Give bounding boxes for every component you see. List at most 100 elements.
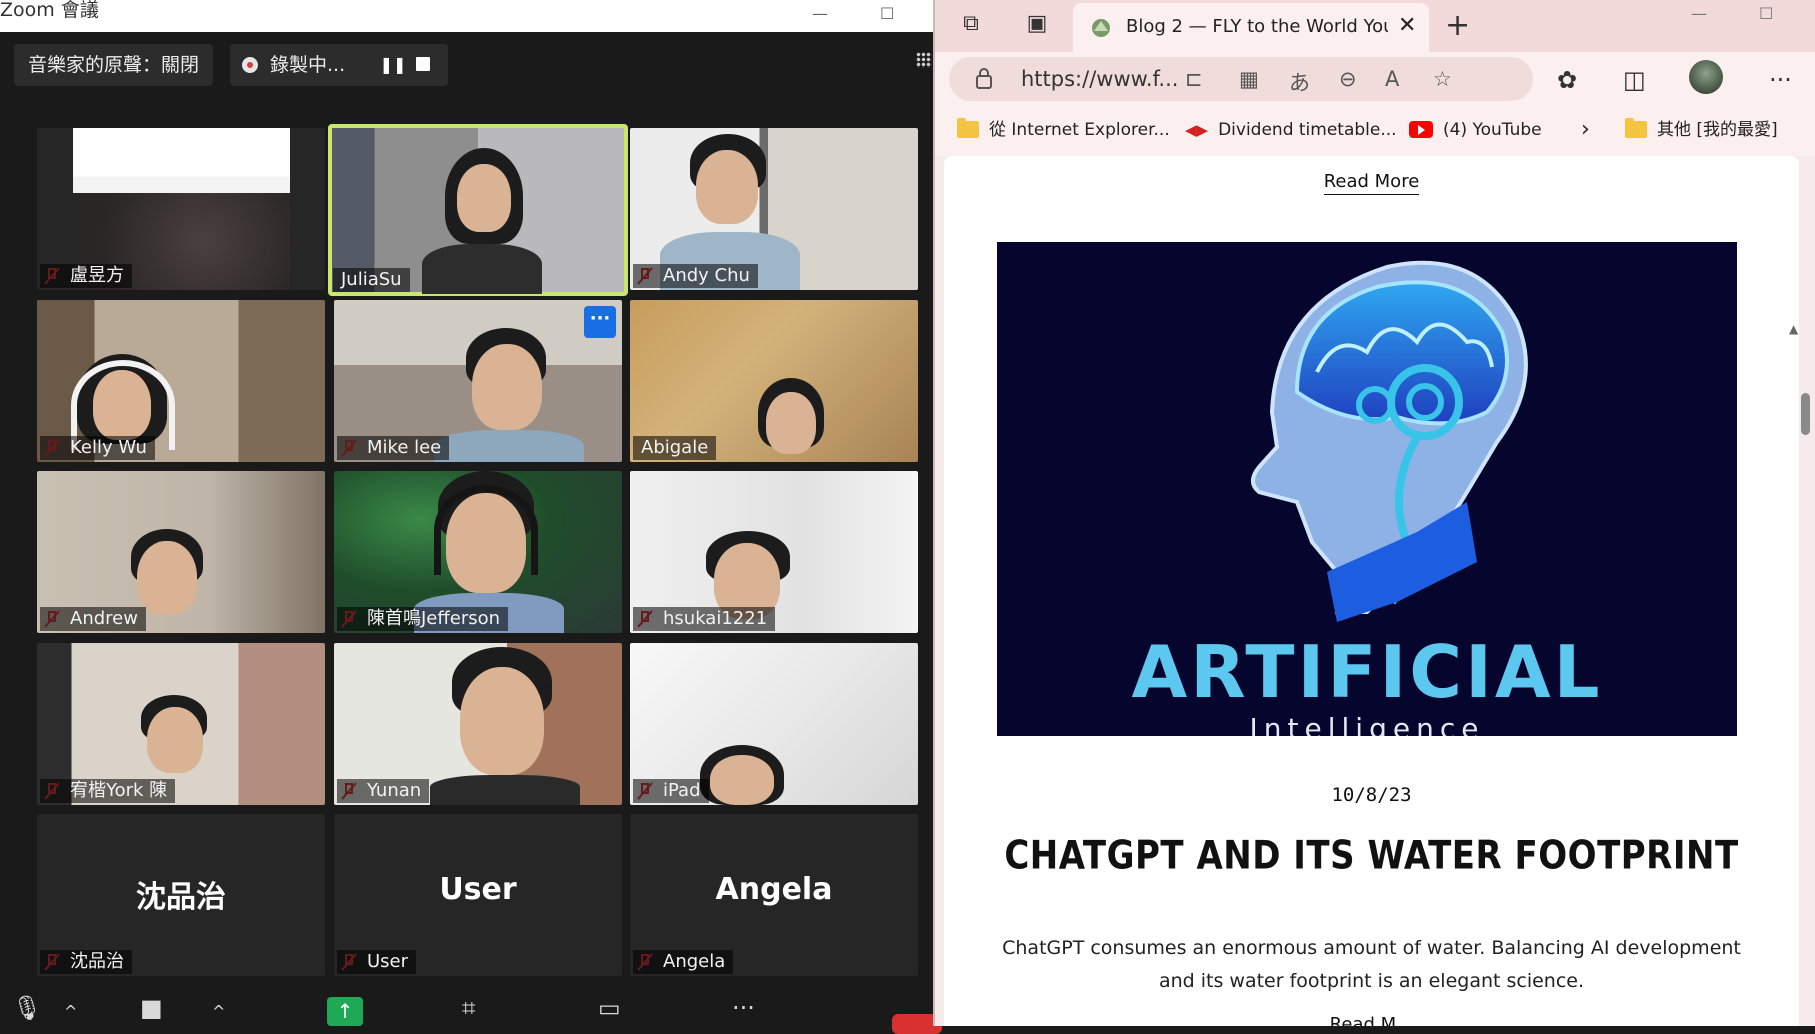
read-more-link[interactable]: Read More bbox=[1323, 171, 1420, 195]
zoom-out-icon[interactable]: ⊖ bbox=[1339, 67, 1357, 91]
video-tile[interactable]: ··· Mike lee bbox=[334, 300, 622, 462]
url-text[interactable]: https://www.f... bbox=[1021, 67, 1178, 91]
video-tile[interactable]: Kelly Wu bbox=[37, 300, 325, 462]
zoom-title-bar: Zoom 會議 — ☐ bbox=[0, 0, 933, 32]
participant-face bbox=[472, 344, 542, 430]
more-icon[interactable]: ··· bbox=[732, 994, 755, 1022]
video-camera-icon[interactable]: ■ bbox=[140, 994, 163, 1022]
more-options-button[interactable]: ··· bbox=[584, 306, 616, 338]
participant-name: hsukai1221 bbox=[633, 607, 776, 631]
video-tile-off[interactable]: Angela Angela bbox=[630, 814, 918, 976]
share-screen-button[interactable]: ↑ bbox=[327, 997, 363, 1026]
browser-window: ⧉ ▣ Blog 2 — FLY to the World Youth ✕ + … bbox=[933, 0, 1815, 1026]
minimize-icon[interactable]: — bbox=[1691, 4, 1707, 23]
post-excerpt: ChatGPT consumes an enormous amount of w… bbox=[1002, 937, 1741, 992]
video-tile[interactable]: Yunan bbox=[334, 643, 622, 805]
app-available-icon[interactable]: ⊏ bbox=[1185, 67, 1203, 91]
split-screen-icon[interactable]: ◫ bbox=[1623, 66, 1646, 94]
video-tile[interactable]: 陳首鳴Jefferson bbox=[334, 471, 622, 633]
folder-icon bbox=[1625, 118, 1647, 138]
profile-avatar[interactable] bbox=[1689, 60, 1723, 94]
maximize-icon[interactable]: ☐ bbox=[880, 4, 894, 23]
participant-name: User bbox=[337, 950, 417, 974]
post-date: 10/8/23 bbox=[1331, 784, 1412, 806]
translate-icon[interactable]: あ bbox=[1289, 67, 1310, 97]
youtube-icon bbox=[1409, 121, 1433, 138]
workspaces-icon[interactable]: ⧉ bbox=[957, 10, 985, 38]
video-tile-off[interactable]: User User bbox=[334, 814, 622, 976]
recording-bar: 錄製中... ❚❚ bbox=[230, 44, 448, 86]
favorite-item[interactable]: (4) YouTube bbox=[1409, 116, 1542, 144]
participant-face bbox=[710, 755, 774, 805]
read-aloud-icon[interactable]: A bbox=[1385, 67, 1399, 91]
participant-face bbox=[696, 150, 758, 224]
minimize-icon[interactable]: — bbox=[812, 4, 828, 23]
chat-icon[interactable]: ▭ bbox=[598, 994, 621, 1022]
post-title[interactable]: CHATGPT AND ITS WATER FOOTPRINT bbox=[944, 833, 1799, 879]
video-tile[interactable]: Andrew bbox=[37, 471, 325, 633]
participant-name: Mike lee bbox=[337, 436, 450, 460]
pause-recording-button[interactable]: ❚❚ bbox=[375, 44, 411, 86]
video-tile[interactable]: 盧昱方 bbox=[37, 128, 325, 290]
chevron-up-icon[interactable]: ^ bbox=[212, 1002, 225, 1021]
scroll-up-arrow-icon[interactable]: ▲ bbox=[1789, 322, 1798, 336]
toolbar: https://www.f... ⊏ ▦ あ ⊖ A ☆ ✿ ◫ ··· bbox=[935, 52, 1815, 104]
address-bar[interactable]: https://www.f... ⊏ ▦ あ ⊖ A ☆ bbox=[949, 57, 1533, 101]
extensions-icon[interactable]: ✿ bbox=[1557, 66, 1577, 94]
participant-name: 陳首鳴Jefferson bbox=[337, 607, 509, 631]
favorite-label: 其他 [我的最愛] bbox=[1657, 120, 1778, 140]
zoom-window: Zoom 會議 — ☐ 音樂家的原聲：關閉 錄製中... ❚❚ 盧昱方 Juli… bbox=[0, 0, 933, 1026]
image-headline: ARTIFICIAL bbox=[1131, 630, 1603, 714]
close-tab-icon[interactable]: ✕ bbox=[1398, 13, 1416, 38]
site-favicon-icon bbox=[1092, 19, 1110, 37]
video-tile[interactable]: Abigale bbox=[630, 300, 918, 462]
zoom-window-title: Zoom 會議 bbox=[0, 0, 99, 21]
favorite-item[interactable]: 其他 [我的最愛] bbox=[1625, 116, 1778, 144]
favorite-item[interactable]: ◀▶ Dividend timetable... bbox=[1185, 116, 1397, 144]
image-subheadline: Intelligence bbox=[1249, 712, 1485, 736]
participant-display-name: 沈品治 bbox=[136, 880, 226, 915]
new-tab-icon[interactable]: + bbox=[1445, 8, 1470, 43]
favorite-star-icon[interactable]: ☆ bbox=[1433, 67, 1452, 91]
participant-name: Kelly Wu bbox=[40, 436, 155, 460]
chevron-up-icon[interactable]: ^ bbox=[64, 1002, 77, 1021]
participant-display-name: Angela bbox=[715, 872, 833, 907]
favorite-item[interactable]: 從 Internet Explorer... bbox=[957, 116, 1170, 144]
participants-icon[interactable]: ⌗ bbox=[462, 994, 476, 1022]
participant-name: iPad bbox=[633, 779, 709, 803]
participant-name: Andy Chu bbox=[633, 264, 758, 288]
participant-name: 盧昱方 bbox=[40, 264, 132, 288]
scrollbar-thumb[interactable] bbox=[1801, 393, 1810, 435]
blog-post-image[interactable]: ARTIFICIAL Intelligence bbox=[997, 242, 1737, 736]
tab-title: Blog 2 — FLY to the World Youth bbox=[1126, 16, 1388, 37]
video-tile[interactable]: hsukai1221 bbox=[630, 471, 918, 633]
video-tile[interactable]: 宥楷York 陳 bbox=[37, 643, 325, 805]
recording-status: 錄製中... bbox=[270, 54, 346, 76]
chevron-right-icon[interactable]: › bbox=[1581, 116, 1590, 144]
tab-active[interactable]: Blog 2 — FLY to the World Youth ✕ bbox=[1073, 3, 1429, 52]
participant-face bbox=[137, 541, 197, 615]
participant-display-name: User bbox=[439, 872, 517, 907]
microphone-icon[interactable]: 🎙 bbox=[12, 994, 42, 1022]
settings-more-icon[interactable]: ··· bbox=[1769, 66, 1792, 94]
participant-name: Angela bbox=[633, 950, 734, 974]
favorites-bar: 從 Internet Explorer... ◀▶ Dividend timeta… bbox=[935, 104, 1815, 156]
headphones bbox=[434, 485, 538, 575]
stop-recording-button[interactable] bbox=[416, 57, 430, 71]
tab-actions-icon[interactable]: ▣ bbox=[1023, 10, 1051, 38]
dividend-icon: ◀▶ bbox=[1185, 121, 1209, 139]
video-tile[interactable]: iPad bbox=[630, 643, 918, 805]
video-tile[interactable]: Andy Chu bbox=[630, 128, 918, 290]
favorite-label: Dividend timetable... bbox=[1218, 120, 1397, 140]
video-tile-off[interactable]: 沈品治 沈品治 bbox=[37, 814, 325, 976]
participant-name: JuliaSu bbox=[333, 268, 410, 292]
original-sound-button[interactable]: 音樂家的原聲：關閉 bbox=[14, 44, 214, 86]
gallery-view-icon[interactable] bbox=[916, 52, 932, 68]
favorite-label: 從 Internet Explorer... bbox=[989, 120, 1170, 140]
video-tile-active-speaker[interactable]: JuliaSu bbox=[328, 124, 628, 296]
maximize-icon[interactable]: ☐ bbox=[1759, 4, 1773, 23]
read-more-link[interactable]: Read M... bbox=[944, 1014, 1799, 1026]
qr-code-icon[interactable]: ▦ bbox=[1239, 67, 1259, 91]
recording-icon bbox=[242, 57, 258, 73]
lock-icon[interactable] bbox=[975, 67, 993, 89]
